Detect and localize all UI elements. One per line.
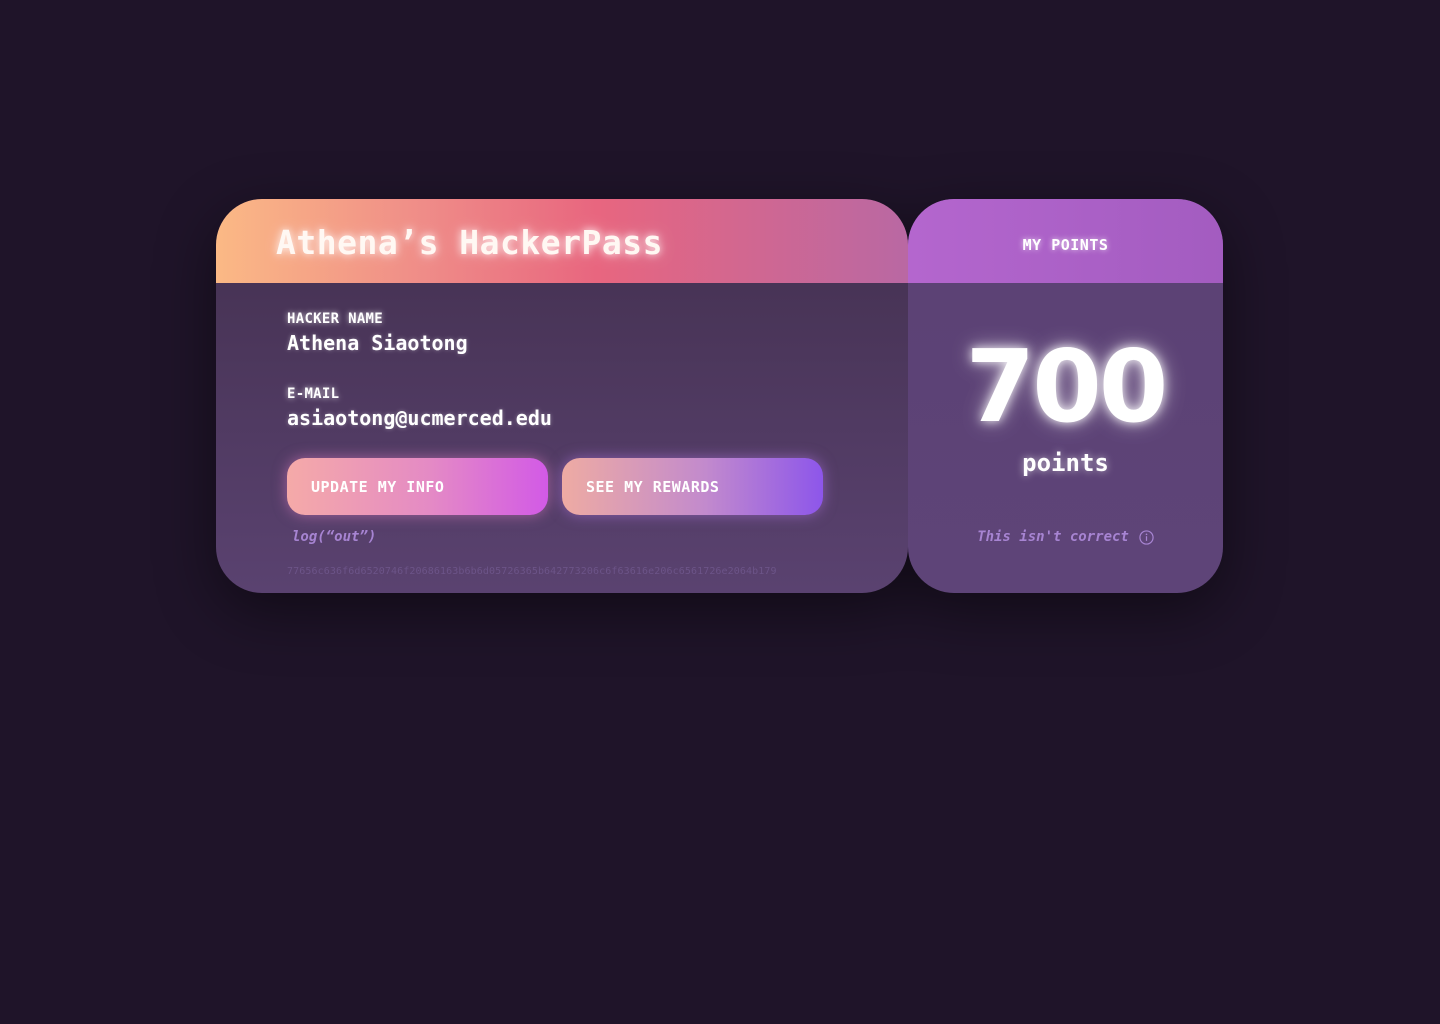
- points-unit: points: [1022, 449, 1109, 477]
- pass-card: Athena’s HackerPass HACKER NAME Athena S…: [216, 199, 908, 593]
- hacker-name-label: HACKER NAME: [287, 311, 384, 327]
- hacker-pass: Athena’s HackerPass HACKER NAME Athena S…: [216, 199, 1223, 593]
- see-rewards-button[interactable]: SEE MY REWARDS: [562, 458, 823, 515]
- email-value: asiaotong@ucmerced.edu: [287, 406, 552, 430]
- logout-link[interactable]: log(“out”): [292, 529, 376, 545]
- points-card: MY POINTS 700 points This isn't correct: [908, 199, 1223, 593]
- points-header: MY POINTS: [908, 199, 1223, 283]
- update-info-button[interactable]: UPDATE MY INFO: [287, 458, 548, 515]
- pass-header: Athena’s HackerPass: [216, 199, 908, 283]
- info-icon[interactable]: [1139, 529, 1154, 545]
- email-label: E-MAIL: [287, 386, 340, 402]
- report-incorrect-label: This isn't correct: [977, 529, 1129, 545]
- report-incorrect-link[interactable]: This isn't correct: [908, 529, 1223, 545]
- page: Athena’s HackerPass HACKER NAME Athena S…: [0, 0, 1440, 1024]
- points-title: MY POINTS: [1022, 236, 1109, 254]
- points-value: 700: [965, 328, 1169, 445]
- pass-hash: 77656c636f6d6520746f20686163b6b6d0572636…: [287, 566, 777, 577]
- hacker-name-value: Athena Siaotong: [287, 331, 468, 355]
- pass-title: Athena’s HackerPass: [276, 223, 663, 262]
